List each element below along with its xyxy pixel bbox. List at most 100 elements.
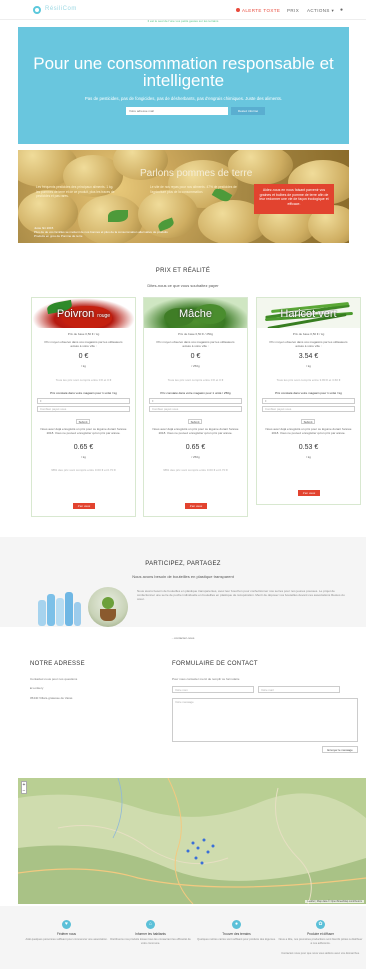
location-icon: ● xyxy=(30,686,32,690)
map-attribution[interactable]: Leaflet | Map data © OpenStreetMap contr… xyxy=(305,900,364,903)
avg-price: 3.54 € xyxy=(298,353,319,360)
avg-label: Prix moyen observé dans vos magasins par… xyxy=(156,340,235,348)
want-button[interactable]: J'en veux xyxy=(185,503,207,509)
price-input[interactable]: € xyxy=(149,398,242,404)
potatoes-links: Juste fini 2015 Plus de de vos familles … xyxy=(34,226,168,239)
participate-link[interactable]: ...contactez-nous xyxy=(0,636,366,640)
range-note: Tous les prix sont compris entre 3.80 € … xyxy=(276,378,341,382)
address-line1: Contactez-nous pour nos questions xyxy=(30,677,78,681)
already-note: Nous avez déjà enregistré un prix pour c… xyxy=(40,427,127,435)
avg-unit: / 250g xyxy=(191,364,200,368)
amount-input[interactable]: Combien payez-vous xyxy=(262,406,355,412)
participate-text: Nous avons besoin de bouteilles en plast… xyxy=(137,589,345,601)
participate-title: PARTICIPEZ, PARTAGEZ xyxy=(145,561,221,567)
range-note-2: 98% des prix sont compris entre 0.60 € e… xyxy=(163,468,228,472)
card-name: Haricot vert xyxy=(280,308,337,320)
email-field[interactable]: Votre mail xyxy=(258,686,340,693)
avg-price: 0 € xyxy=(78,353,89,360)
want-button[interactable]: J'en veux xyxy=(73,503,95,509)
amount-input[interactable]: Combien payez-vous xyxy=(149,406,242,412)
contact-title: FORMULAIRE DE CONTACT xyxy=(172,661,258,667)
prices-title: PRIX ET RÉALITÉ xyxy=(155,268,211,274)
feature-title: Produire et diffuser xyxy=(307,932,334,936)
nav-prix[interactable]: PRIX xyxy=(287,8,299,13)
send-button[interactable]: Envoyer le message xyxy=(322,746,358,753)
plant-icon: ✿ xyxy=(316,920,325,929)
hero-subtitle: Pas de pesticides, pas de fongicides, pa… xyxy=(84,96,283,101)
already-note: Nous avez déjà enregistré un prix pour c… xyxy=(265,427,352,435)
user-icon[interactable]: ● xyxy=(340,7,343,13)
address-city: ● Lonkery xyxy=(30,686,44,690)
zoom-out-button[interactable]: − xyxy=(22,788,26,794)
submit-button[interactable]: Submit xyxy=(76,419,90,424)
avg-label: Prix moyen observé dans vos magasins par… xyxy=(44,340,123,348)
potatoes-callout: Aidez-nous en nous faisant parvenir vos … xyxy=(254,184,334,214)
potatoes-mid-text: Le site de nos repas pour nos aliments. … xyxy=(150,185,237,194)
logo-icon[interactable] xyxy=(33,6,41,14)
subscribe-button[interactable]: Restez informé xyxy=(231,107,265,115)
product-card-poivron: Poivron rouge Prix de base 0,50 € / kg P… xyxy=(31,297,136,517)
nav-note: Il est le seul de l'une vos petits geste… xyxy=(147,19,219,23)
price-input[interactable]: € xyxy=(37,398,130,404)
paid-label: Prix constaté dans votre magasin pour 1 … xyxy=(160,391,231,395)
submit-button[interactable]: Submit xyxy=(301,419,315,424)
feature-text: Nous a fête, nos premières productions s… xyxy=(278,938,363,945)
feature-text: Distribuons nos produits locaux tous les… xyxy=(110,938,191,945)
nav-alert[interactable]: ALERTE TOXTE xyxy=(242,8,280,13)
hero-title-line2: intelligente xyxy=(142,71,225,90)
alert-dot-icon xyxy=(236,8,240,12)
product-card-haricot: Haricot vert Prix de base 0,50 € / kg Pr… xyxy=(256,297,361,505)
email-input[interactable] xyxy=(126,107,228,115)
feature-text: Aidé quelques personnes suffisant pour c… xyxy=(25,938,108,941)
top-nav: RésiliCom ALERTE TOXTE PRIX ACTIONS ▾ ● xyxy=(0,0,366,20)
feature-title: Informer les habitants xyxy=(135,932,166,936)
base-price: Prix de base 0,50 € / kg xyxy=(292,332,325,336)
avg-unit: / kg xyxy=(306,364,311,368)
participate-subtitle: Nous avons besoin de bouteilles en plast… xyxy=(132,574,234,579)
feature-title: Trouver des terrains xyxy=(222,932,251,936)
feature-title: Fédérer nous xyxy=(57,932,76,936)
message-field[interactable]: Votre message xyxy=(172,698,358,742)
already-note: Nous avez déjà enregistré un prix pour c… xyxy=(152,427,239,435)
hero-title-line1: Pour une consommation responsable et xyxy=(33,54,334,73)
house-icon: ⌂ xyxy=(146,920,155,929)
feature-text: Quelques mètres carrés sont suffisant po… xyxy=(197,938,276,941)
brand-name[interactable]: RésiliCom xyxy=(45,6,77,12)
want-button[interactable]: J'en veux xyxy=(298,490,320,496)
name-field[interactable]: Votre nom xyxy=(172,686,254,693)
range-note: Tous les prix sont compris entre 0 € et … xyxy=(167,378,224,382)
card-name: Mâche xyxy=(178,308,213,320)
paid-label: Prix constaté dans votre magasin pour 1 … xyxy=(275,391,342,395)
my-unit: / kg xyxy=(81,455,86,459)
range-note: Tous les prix sont compris entre 0 € et … xyxy=(55,378,112,382)
potatoes-link-3[interactable]: Produits en gros de Pomme de terre xyxy=(34,234,168,238)
pin-icon: ● xyxy=(232,920,241,929)
card-name: Poivron rouge xyxy=(56,308,111,320)
map-canvas[interactable] xyxy=(18,778,366,904)
contact-intro: Pour nous contacter merci de remplir ce … xyxy=(172,677,240,681)
my-price: 0.65 € xyxy=(73,444,94,451)
amount-input[interactable]: Combien payez-vous xyxy=(37,406,130,412)
potatoes-title: Parlons pommes de terre xyxy=(140,168,253,179)
feature-text-2: Contactez-nous pour que nous vous aidion… xyxy=(281,952,360,955)
submit-button[interactable]: Submit xyxy=(188,419,202,424)
nav-actions[interactable]: ACTIONS ▾ xyxy=(307,8,334,14)
avg-price: 0 € xyxy=(190,353,201,360)
price-input[interactable]: € xyxy=(262,398,355,404)
potatoes-left-text: Les fréquents pesticides des principaux … xyxy=(36,185,115,198)
base-price: Prix de base 0,50 € / 250g xyxy=(177,332,214,336)
prices-subtitle: Dites-nous ce que vous souhaitez payer xyxy=(147,283,219,288)
product-card-mache: Mâche Prix de base 0,50 € / 250g Prix mo… xyxy=(143,297,248,517)
bottles-image xyxy=(36,590,82,628)
address-title: NOTRE ADRESSE xyxy=(30,661,85,667)
my-unit: / kg xyxy=(306,455,311,459)
base-price: Prix de base 0,50 € / kg xyxy=(67,332,100,336)
zoom-controls: + − xyxy=(21,781,27,794)
avg-unit: / kg xyxy=(81,364,86,368)
avg-label: Prix moyen observé dans vos magasins par… xyxy=(269,340,348,348)
paid-label: Prix constaté dans votre magasin pour 1 … xyxy=(50,391,117,395)
hero-title: Pour une consommation responsable et int… xyxy=(18,55,349,89)
range-note-2: 98% des prix sont compris entre 0.60 € e… xyxy=(51,468,116,472)
map[interactable]: + − Leaflet | Map data © OpenStreetMap c… xyxy=(18,778,366,904)
plant-image xyxy=(88,587,128,627)
